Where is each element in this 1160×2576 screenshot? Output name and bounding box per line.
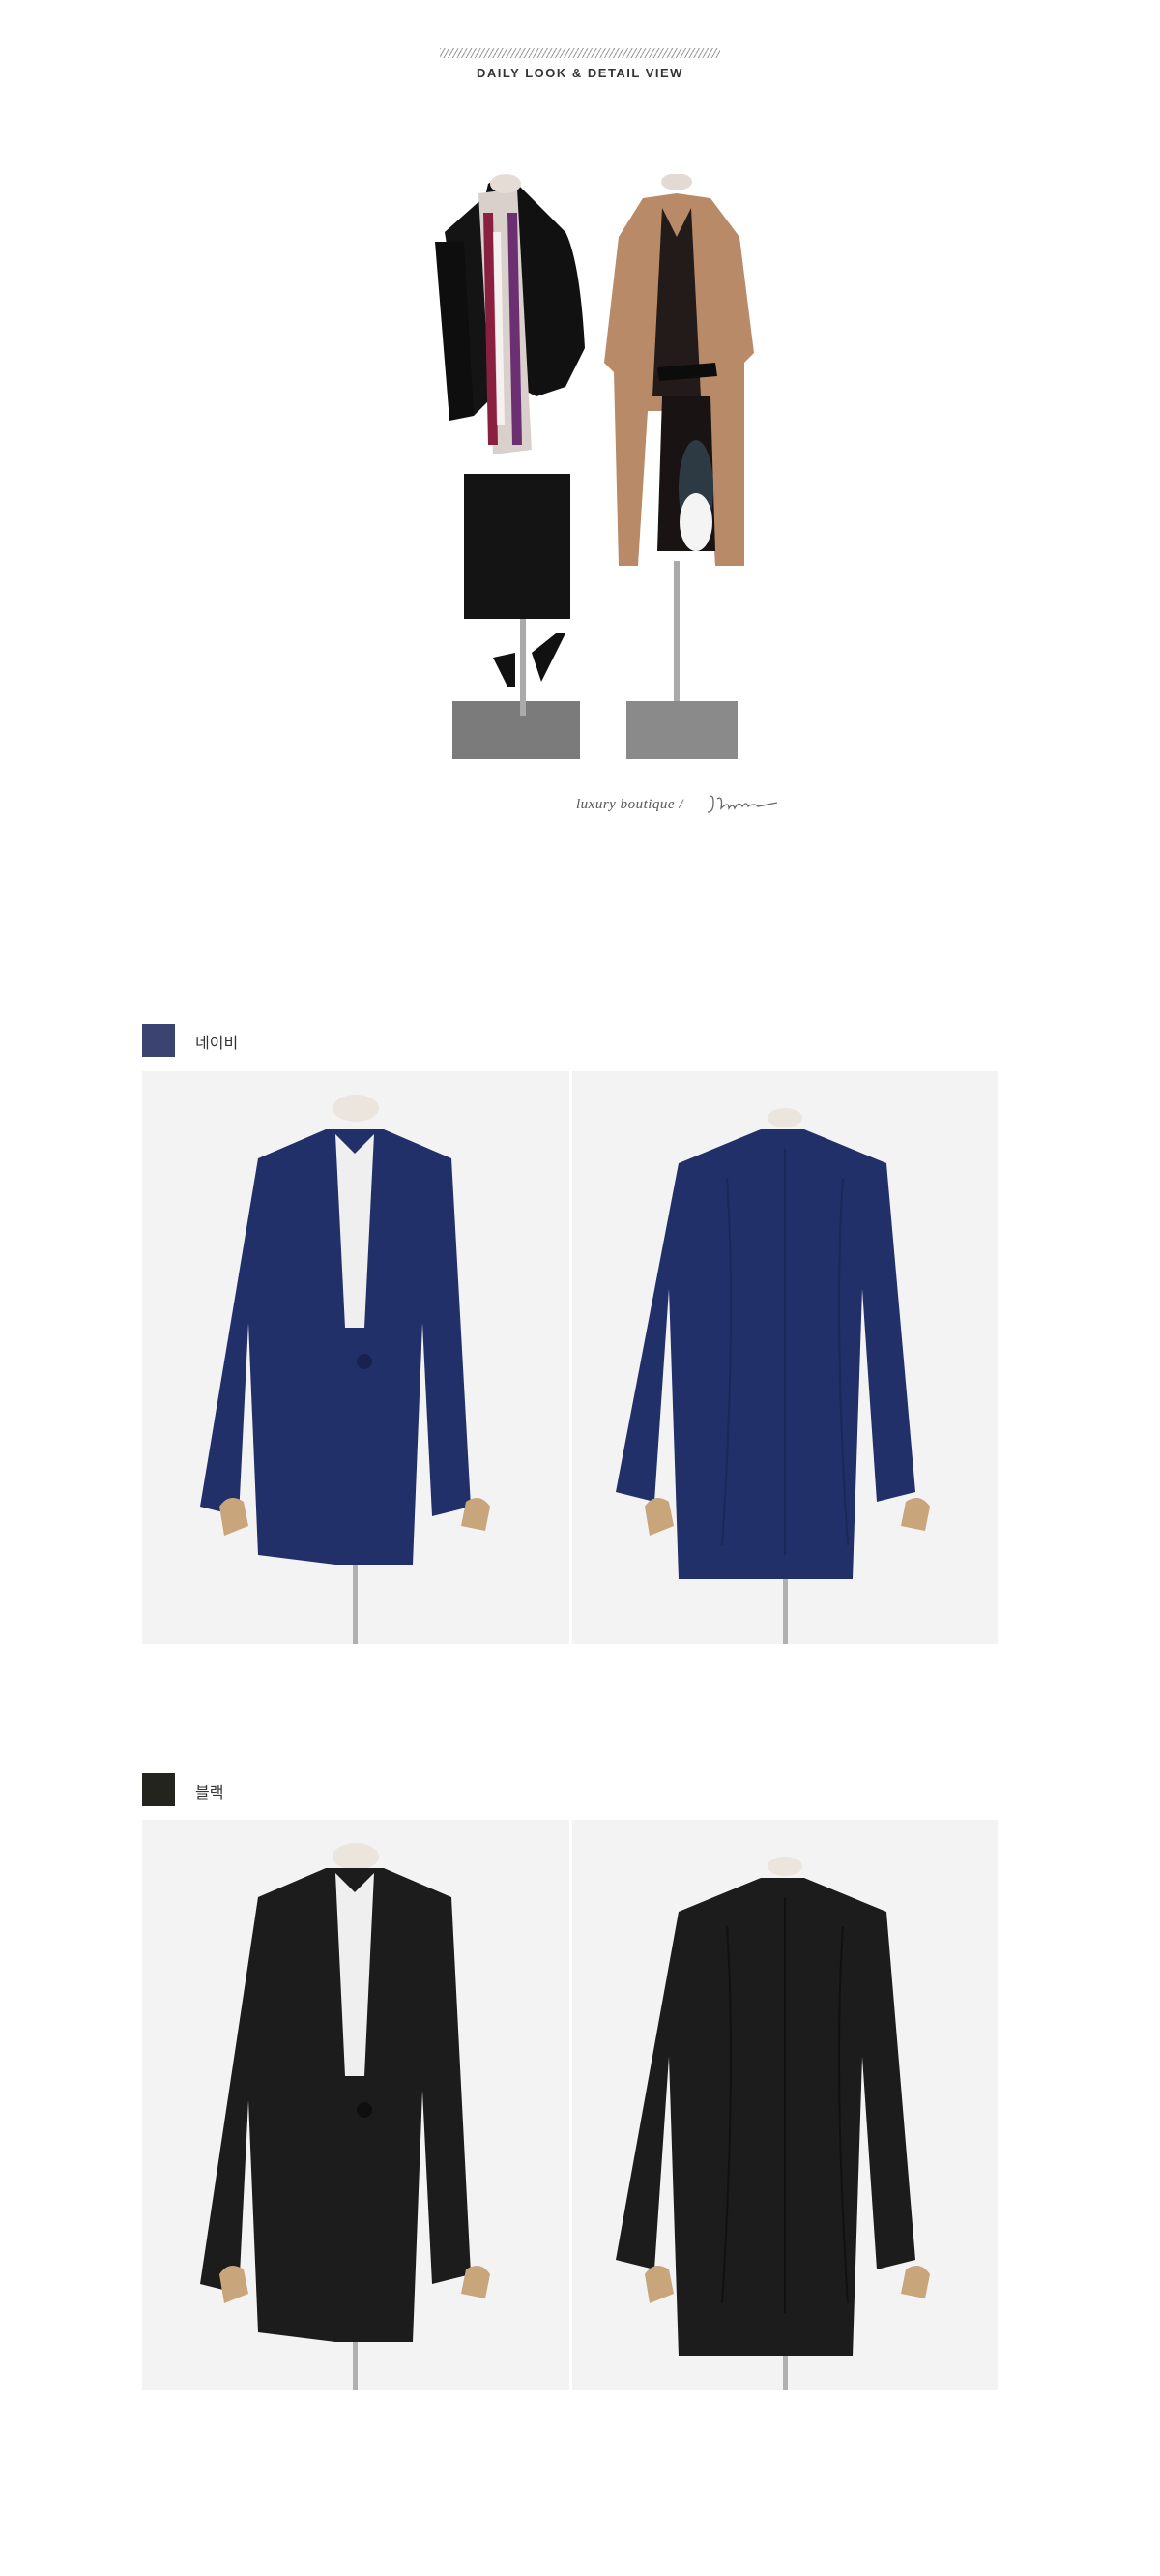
navy-back-photo (572, 1071, 998, 1644)
color-label-black: 블랙 (195, 1785, 224, 1801)
section-title: DAILY LOOK & DETAIL VIEW (477, 66, 683, 80)
brand-tagline-text: luxury boutique (576, 797, 676, 812)
brand-tagline: luxury boutique / (576, 797, 683, 813)
brand-separator: / (679, 797, 683, 812)
mannequin-camel-coat (604, 174, 754, 759)
color-swatch-black (142, 1773, 175, 1806)
color-swatch-navy (142, 1024, 175, 1057)
daily-look-photo (435, 174, 754, 759)
mannequin-black-coat (435, 174, 585, 759)
color-label-navy: 네이비 (195, 1036, 239, 1052)
brand-script-logo (707, 795, 778, 813)
black-back-photo (572, 1820, 998, 2390)
header-hatch-decoration (440, 48, 720, 58)
black-front-photo (142, 1820, 569, 2390)
navy-front-photo (142, 1071, 569, 1644)
